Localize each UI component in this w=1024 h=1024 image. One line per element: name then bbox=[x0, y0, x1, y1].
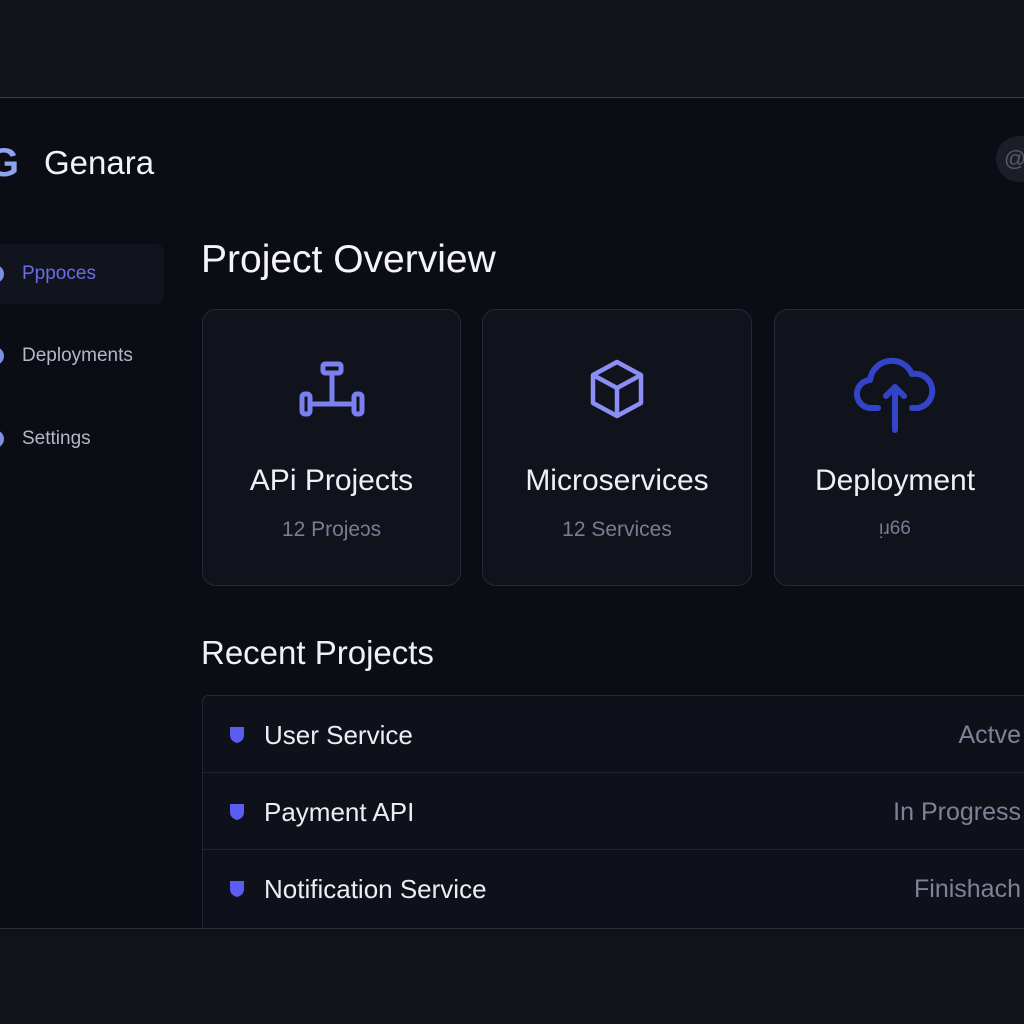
sidebar-item-label: Pppoces bbox=[22, 263, 96, 284]
project-name: Payment API bbox=[264, 797, 415, 827]
cube-icon bbox=[483, 354, 751, 444]
nav-dot-icon bbox=[0, 430, 4, 448]
list-item[interactable]: Notification Service Finishach bbox=[203, 850, 1024, 926]
status-text: Actve bbox=[958, 721, 1021, 749]
card-microservices[interactable]: Microservices 12 Services bbox=[482, 309, 752, 586]
card-deployment[interactable]: Deployment ᴉɹ66 bbox=[774, 309, 1024, 586]
shield-icon bbox=[230, 881, 244, 897]
card-api-projects[interactable]: APi Projects 12 Projeɔs bbox=[202, 309, 461, 586]
nav-dot-icon bbox=[0, 347, 4, 365]
shield-icon bbox=[230, 804, 244, 820]
sidebar-item-label: Settings bbox=[22, 428, 91, 449]
screen: G Genara @ Pppoces Deployments Settings … bbox=[0, 0, 1024, 1024]
sidebar-item-projects[interactable]: Pppoces bbox=[0, 244, 164, 304]
card-title: Microservices bbox=[525, 464, 709, 497]
recent-projects-list: User Service Actve Payment API In Progre… bbox=[202, 695, 1024, 928]
sidebar-item-label: Deployments bbox=[22, 345, 133, 366]
card-subtitle: 12 Projeɔs bbox=[281, 518, 382, 541]
card-subtitle: ᴉɹ66 bbox=[879, 518, 911, 539]
cloud-upload-icon bbox=[761, 350, 1024, 440]
brand[interactable]: G Genara bbox=[0, 138, 154, 188]
nav-dot-icon bbox=[0, 265, 4, 283]
list-item[interactable]: User Service Actve bbox=[203, 696, 1024, 773]
shield-icon bbox=[230, 727, 244, 743]
api-connector-icon bbox=[203, 354, 460, 444]
sidebar-item-settings[interactable]: Settings bbox=[0, 409, 91, 469]
page-title: Project Overview bbox=[201, 238, 496, 281]
app-window: G Genara @ Pppoces Deployments Settings … bbox=[0, 97, 1024, 929]
at-icon: @ bbox=[1004, 146, 1024, 172]
header-action-button[interactable]: @ bbox=[996, 136, 1024, 182]
status-text: Finishach bbox=[914, 875, 1021, 903]
project-name: Notification Service bbox=[264, 874, 487, 904]
status-text: In Progress bbox=[893, 798, 1021, 826]
brand-logo-icon: G bbox=[0, 143, 24, 183]
card-subtitle: 12 Services bbox=[562, 518, 672, 541]
section-title: Recent Projects bbox=[201, 634, 434, 671]
card-title: APi Projects bbox=[249, 464, 414, 497]
list-item[interactable]: Payment API In Progress bbox=[203, 773, 1024, 850]
project-name: User Service bbox=[264, 720, 413, 750]
card-title: Deployment bbox=[814, 464, 976, 497]
sidebar-item-deployments[interactable]: Deployments bbox=[0, 326, 133, 386]
brand-name: Genara bbox=[44, 144, 155, 181]
